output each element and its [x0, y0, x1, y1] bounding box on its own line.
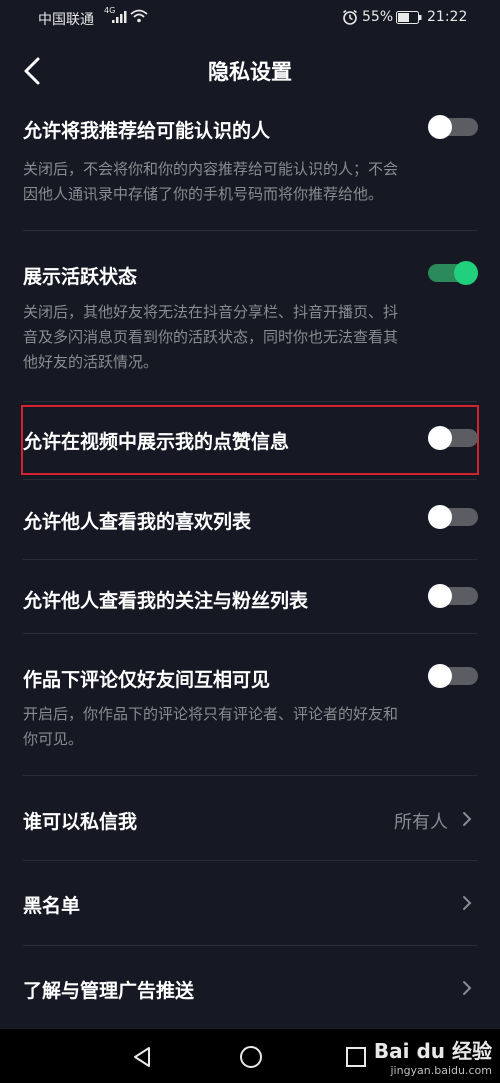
setting-title-recommend: 允许将我推荐给可能认识的人 [23, 120, 271, 142]
row-blacklist[interactable]: 黑名单 [0, 861, 500, 945]
toggle-knob [428, 505, 452, 529]
setting-title-active-status: 展示活跃状态 [23, 266, 138, 288]
setting-desc-comments-friends: 开启后，你作品下的评论将只有评论者、评论者的好友和 你可见。 [23, 702, 483, 752]
setting-title-comments-friends: 作品下评论仅好友间互相可见 [23, 669, 271, 691]
page-title: 隐私设置 [208, 60, 292, 84]
toggle-knob [428, 115, 452, 139]
desc-line: 关闭后，其他好友将无法在抖音分享栏、抖音开播页、抖 [23, 303, 399, 321]
desc-line: 开启后，你作品下的评论将只有评论者、评论者的好友和 [23, 705, 399, 723]
toggle-knob [428, 664, 452, 688]
desc-line: 你可见。 [23, 730, 84, 748]
toggle-follow-list[interactable] [428, 584, 478, 608]
signal-icon [112, 11, 127, 23]
battery-icon [396, 11, 422, 24]
carrier-name: 中国联通 [38, 12, 94, 28]
toggle-recommend[interactable] [428, 115, 478, 139]
clock: 21:22 [427, 9, 468, 25]
toggle-knob [428, 426, 452, 450]
setting-desc-active-status: 关闭后，其他好友将无法在抖音分享栏、抖音开播页、抖 音及多闪消息页看到你的活跃状… [23, 300, 483, 375]
divider [23, 479, 477, 480]
recents-square-icon[interactable] [344, 1045, 368, 1069]
chevron-right-icon [463, 981, 472, 995]
desc-line: 音及多闪消息页看到你的活跃状态，同时你也无法查看其 [23, 328, 399, 346]
system-nav-bar: Bai du 经验 jingyan.baidu.com [0, 1029, 500, 1083]
divider [23, 401, 477, 402]
setting-title-likes-list: 允许他人查看我的喜欢列表 [23, 511, 252, 533]
row-label: 了解与管理广告推送 [23, 980, 195, 1002]
desc-line: 关闭后，不会将你和你的内容推荐给可能认识的人；不会 [23, 160, 399, 178]
divider [23, 230, 477, 231]
watermark: Bai du 经验 jingyan.baidu.com [374, 1035, 492, 1077]
desc-line: 他好友的活跃情况。 [23, 353, 159, 371]
toggle-knob [428, 584, 452, 608]
row-value: 所有人 [394, 812, 448, 833]
wifi-icon [130, 9, 148, 23]
setting-desc-recommend: 关闭后，不会将你和你的内容推荐给可能认识的人；不会 因他人通讯录中存储了你的手机… [23, 157, 483, 207]
home-circle-icon[interactable] [238, 1044, 264, 1070]
toggle-comments-friends[interactable] [428, 664, 478, 688]
row-label: 黑名单 [23, 895, 81, 917]
status-bar: 中国联通 4G 55% 21:22 [0, 0, 500, 36]
battery-percent: 55% [362, 9, 394, 25]
setting-title-follow-list: 允许他人查看我的关注与粉丝列表 [23, 590, 309, 612]
back-triangle-icon[interactable] [130, 1045, 154, 1069]
setting-title-likes-in-video: 允许在视频中展示我的点赞信息 [23, 431, 290, 453]
chevron-right-icon [463, 812, 472, 826]
toggle-knob [454, 261, 478, 285]
watermark-url: jingyan.baidu.com [390, 1064, 492, 1077]
toggle-likes-in-video[interactable] [428, 426, 478, 450]
row-ad-management[interactable]: 了解与管理广告推送 [0, 946, 500, 1028]
divider [23, 633, 477, 634]
watermark-logo: Bai du 经验 [373, 1039, 492, 1063]
row-label: 谁可以私信我 [23, 811, 138, 833]
header: 隐私设置 [0, 46, 500, 96]
toggle-active-status[interactable] [428, 261, 478, 285]
row-who-can-message[interactable]: 谁可以私信我 所有人 [0, 776, 500, 860]
divider [23, 559, 477, 560]
toggle-likes-list[interactable] [428, 505, 478, 529]
alarm-icon [343, 9, 357, 25]
chevron-right-icon [463, 896, 472, 910]
desc-line: 因他人通讯录中存储了你的手机号码而将你推荐给他。 [23, 185, 384, 203]
